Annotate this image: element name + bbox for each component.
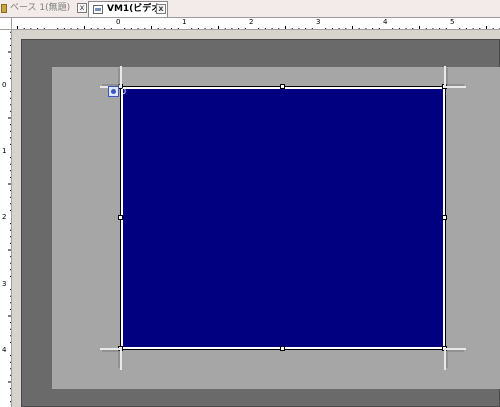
close-icon[interactable]: x [156,4,166,14]
ruler-label: 1 [2,147,7,155]
close-icon[interactable]: x [77,3,87,13]
tab-base-1-label: ベース 1(無題) [10,3,71,13]
horizontal-ruler-ticks [17,26,500,29]
resize-handle-left[interactable] [118,215,123,220]
ruler-label: 5 [449,18,456,27]
horizontal-ruler: 0 1 2 3 4 5 [12,18,500,30]
tab-vm1-video[interactable]: VM1(ビデオ) x [88,1,168,17]
corner-mark-icon [444,66,466,88]
ruler-label: 4 [2,346,7,354]
video-part-icon[interactable] [108,86,119,97]
resize-handle-right[interactable] [442,215,447,220]
tab-base-1[interactable]: ベース 1(無題) x [0,1,88,17]
ruler-label: 2 [248,18,255,27]
video-screen-icon [93,5,103,14]
ruler-label: 2 [2,213,7,221]
video-display-window[interactable] [120,86,446,350]
resize-handle-top[interactable] [280,84,285,89]
corner-mark-icon [444,348,466,370]
ruler-label: 0 [2,81,7,89]
ruler-label: 3 [315,18,322,27]
resize-handle-bottom[interactable] [280,346,285,351]
ruler-label: 0 [115,18,122,27]
ruler-label: 4 [382,18,389,27]
ruler-corner [0,18,12,30]
corner-mark-icon [100,348,122,370]
ruler-label: 1 [181,18,188,27]
part-id-label: 0 [121,87,127,96]
vertical-ruler: 0 1 2 3 4 [0,30,12,407]
tab-bar: ベース 1(無題) x VM1(ビデオ) x [0,0,500,18]
base-screen-icon [1,4,7,13]
editor-canvas[interactable]: 0 [12,30,500,407]
ruler-label: 3 [2,280,7,288]
